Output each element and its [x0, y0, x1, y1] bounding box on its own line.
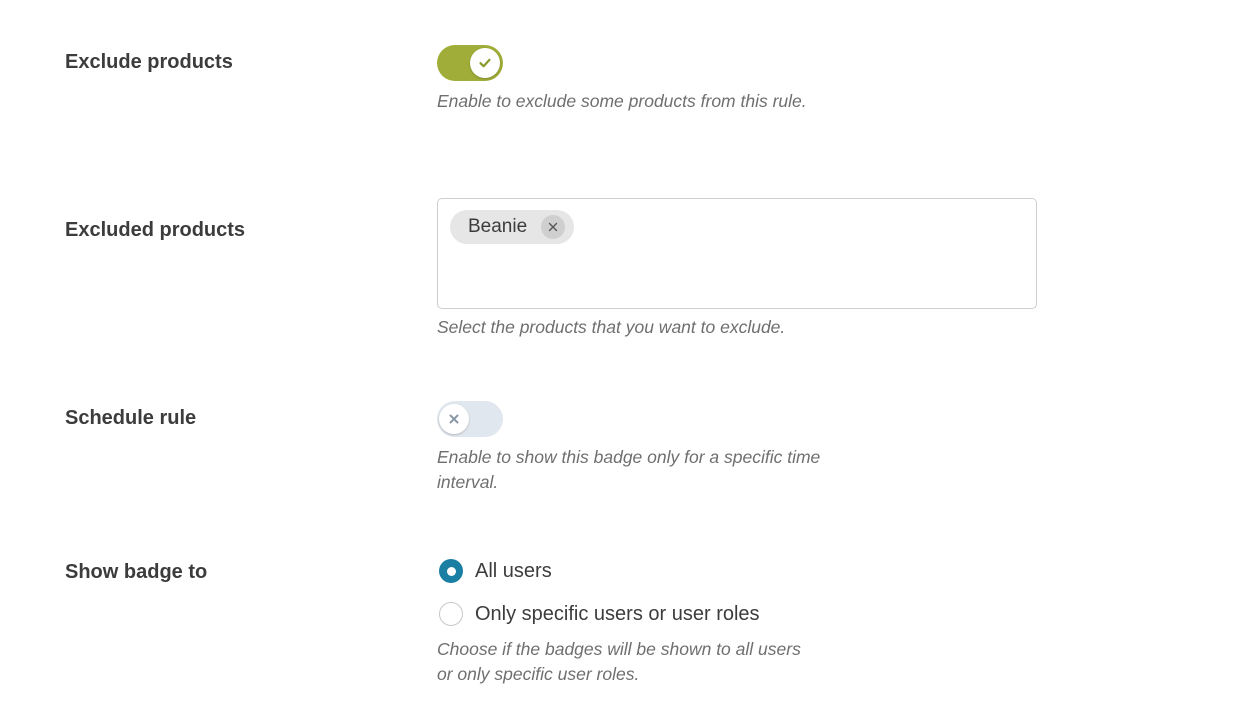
show-badge-to-label: Show badge to	[65, 561, 208, 583]
show-badge-to-field: All users Only specific users or user ro…	[437, 558, 817, 687]
radio-label: All users	[475, 559, 552, 582]
exclude-products-field: Enable to exclude some products from thi…	[437, 45, 837, 114]
product-chip-label: Beanie	[468, 216, 528, 237]
toggle-knob	[439, 404, 469, 434]
show-badge-to-description: Choose if the badges will be shown to al…	[437, 639, 801, 684]
radio-dot	[446, 566, 456, 576]
excluded-products-description: Select the products that you want to exc…	[437, 317, 786, 337]
exclude-products-description: Enable to exclude some products from thi…	[437, 91, 807, 111]
excluded-products-field: Beanie Select the products that you want…	[437, 198, 1037, 340]
remove-product-button[interactable]	[541, 215, 566, 239]
radio-button[interactable]	[439, 559, 463, 583]
exclude-products-label: Exclude products	[65, 51, 233, 73]
product-chip: Beanie	[450, 210, 575, 244]
check-icon	[479, 58, 491, 68]
schedule-rule-label: Schedule rule	[65, 407, 197, 429]
radio-option-all-users[interactable]: All users	[437, 558, 817, 584]
excluded-products-select[interactable]: Beanie	[437, 198, 1037, 309]
close-icon	[449, 414, 459, 424]
close-icon	[548, 222, 558, 232]
toggle-knob	[470, 48, 500, 78]
schedule-rule-toggle[interactable]	[437, 401, 503, 437]
radio-label: Only specific users or user roles	[475, 602, 760, 625]
schedule-rule-description: Enable to show this badge only for a spe…	[437, 447, 821, 492]
radio-button[interactable]	[439, 602, 463, 626]
settings-panel: Exclude products Enable to exclude some …	[0, 0, 1254, 702]
schedule-rule-field: Enable to show this badge only for a spe…	[437, 401, 837, 495]
radio-option-specific-users[interactable]: Only specific users or user roles	[437, 601, 817, 627]
exclude-products-toggle[interactable]	[437, 45, 503, 81]
excluded-products-label: Excluded products	[65, 219, 246, 241]
